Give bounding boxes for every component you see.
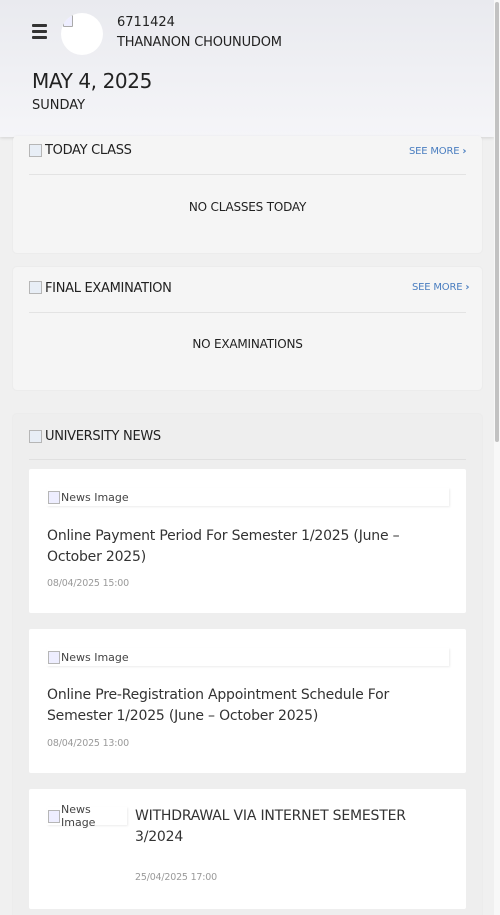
final-exam-card: FINAL EXAMINATION SEE MORE › NO EXAMINAT… bbox=[13, 267, 482, 390]
current-date: MAY 4, 2025 bbox=[32, 69, 152, 93]
news-date: 08/04/2025 13:00 bbox=[47, 738, 129, 749]
news-title: Online Pre-Registration Appointment Sche… bbox=[47, 687, 390, 724]
news-image: News Image bbox=[47, 803, 127, 829]
see-more-label: SEE MORE bbox=[409, 146, 460, 157]
scrollbar-thumb[interactable] bbox=[495, 2, 499, 442]
university-news-card: UNIVERSITY NEWS News Image Online Paymen… bbox=[13, 414, 482, 915]
divider bbox=[29, 312, 466, 313]
hamburger-menu-icon[interactable] bbox=[32, 24, 47, 39]
news-title: Online Payment Period For Semester 1/202… bbox=[47, 528, 400, 565]
student-id: 6711424 bbox=[117, 15, 175, 30]
see-more-label: SEE MORE bbox=[412, 282, 463, 293]
student-name: THANANON CHOUNUDOM bbox=[117, 35, 282, 50]
news-date: 25/04/2025 17:00 bbox=[135, 872, 217, 883]
today-class-card: TODAY CLASS SEE MORE › NO CLASSES TODAY bbox=[13, 136, 482, 253]
news-item[interactable]: News Image Online Payment Period For Sem… bbox=[29, 469, 466, 613]
news-image: News Image bbox=[47, 648, 449, 666]
university-news-title: UNIVERSITY NEWS bbox=[45, 429, 161, 444]
avatar[interactable] bbox=[61, 13, 103, 55]
calendar-icon bbox=[29, 144, 42, 157]
today-class-title: TODAY CLASS bbox=[45, 143, 132, 158]
no-classes-message: NO CLASSES TODAY bbox=[188, 200, 307, 214]
no-examinations-message: NO EXAMINATIONS bbox=[192, 337, 303, 351]
news-item[interactable]: News Image WITHDRAWAL VIA INTERNET SEMES… bbox=[29, 789, 466, 909]
divider bbox=[29, 459, 466, 460]
news-item[interactable]: News Image Online Pre-Registration Appoi… bbox=[29, 629, 466, 773]
news-image: News Image bbox=[47, 488, 449, 506]
news-title: WITHDRAWAL VIA INTERNET SEMESTER 3/2024 bbox=[135, 808, 406, 845]
final-exam-title: FINAL EXAMINATION bbox=[45, 281, 172, 296]
current-day: SUNDAY bbox=[32, 98, 86, 113]
final-exam-see-more-link[interactable]: SEE MORE › bbox=[412, 282, 469, 293]
chevron-right-icon: › bbox=[462, 146, 467, 157]
divider bbox=[29, 174, 466, 175]
chevron-right-icon: › bbox=[465, 282, 470, 293]
today-class-see-more-link[interactable]: SEE MORE › bbox=[409, 146, 466, 157]
app-header: 6711424 THANANON CHOUNUDOM MAY 4, 2025 S… bbox=[0, 0, 494, 137]
news-icon bbox=[29, 430, 42, 443]
exam-icon bbox=[29, 281, 42, 294]
news-date: 08/04/2025 15:00 bbox=[47, 578, 129, 589]
